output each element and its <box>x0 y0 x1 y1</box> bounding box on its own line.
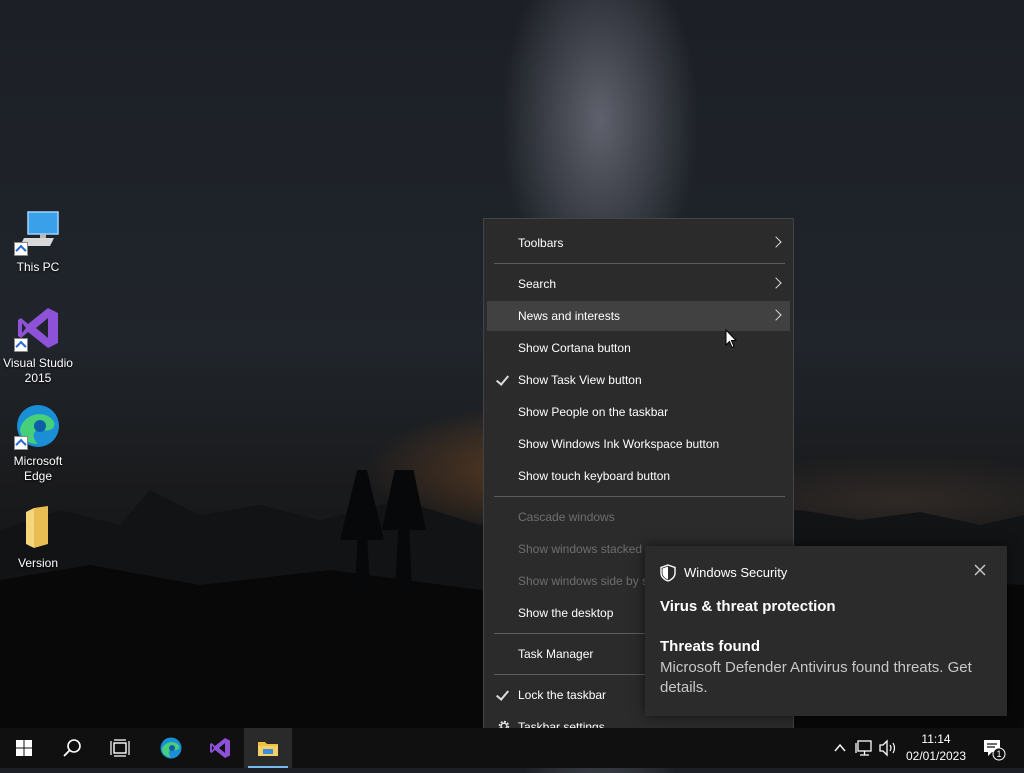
task-view-button[interactable] <box>96 728 144 768</box>
clock-date: 02/01/2023 <box>905 749 967 763</box>
menu-item-label: Show touch keyboard button <box>518 469 671 483</box>
start-button[interactable] <box>0 728 48 768</box>
toast-title: Virus & threat protection <box>660 598 836 615</box>
toast-body: Microsoft Defender Antivirus found threa… <box>660 659 972 696</box>
menu-item-label: Show the desktop <box>518 606 614 620</box>
taskbar-clock[interactable]: 11:14 02/01/2023 <box>900 731 972 765</box>
checkmark-icon <box>495 687 510 701</box>
chevron-right-icon <box>770 236 782 248</box>
menu-item-toolbars[interactable]: Toolbars <box>487 228 790 258</box>
task-view-icon <box>110 739 130 757</box>
menu-item-label: Show Windows Ink Workspace button <box>518 437 720 451</box>
desktop-icon-this-pc[interactable]: This PC <box>0 208 76 275</box>
chevron-up-icon <box>834 743 846 752</box>
search-button[interactable] <box>48 728 96 768</box>
menu-item-cascade-windows: Cascade windows <box>487 502 790 532</box>
menu-item-label: Lock the taskbar <box>518 688 607 702</box>
menu-item-label: Show Cortana button <box>518 341 631 355</box>
menu-item-news-and-interests[interactable]: News and interests <box>487 301 790 331</box>
menu-item-label: Cascade windows <box>518 510 615 524</box>
show-hidden-icons-button[interactable] <box>830 728 850 768</box>
start-icon <box>16 740 32 756</box>
menu-item-label: Show Task View button <box>518 373 642 387</box>
folder-icon <box>14 504 62 552</box>
speaker-icon <box>879 739 896 757</box>
desktop-icon-visual-studio[interactable]: Visual Studio 2015 <box>0 304 76 386</box>
search-icon <box>63 739 81 757</box>
taskbar-file-explorer-button[interactable] <box>244 728 292 768</box>
mouse-cursor-icon <box>725 329 737 349</box>
chevron-right-icon <box>770 277 782 289</box>
menu-item-show-task-view-button[interactable]: Show Task View button <box>487 365 790 395</box>
clock-time: 11:14 <box>921 732 951 746</box>
menu-item-label: News and interests <box>518 309 621 323</box>
file-explorer-icon <box>258 742 278 756</box>
close-icon[interactable] <box>973 563 987 577</box>
menu-item-label: Task Manager <box>518 647 594 661</box>
desktop-icon-label: Microsoft Edge <box>13 454 63 483</box>
taskbar: 11:14 02/01/2023 1 <box>0 728 1024 768</box>
toast-subtitle: Threats found <box>660 638 760 655</box>
desktop-icon-label: Version <box>17 556 59 570</box>
network-button[interactable] <box>854 728 876 768</box>
desktop-icon-label: Visual Studio 2015 <box>3 356 73 385</box>
visual-studio-icon <box>210 738 230 758</box>
shortcut-arrow-icon <box>14 338 28 352</box>
menu-item-label: Show windows side by side <box>518 574 665 588</box>
menu-item-label: Search <box>518 277 557 291</box>
menu-item-show-touch-keyboard[interactable]: Show touch keyboard button <box>487 461 790 491</box>
menu-item-show-windows-ink[interactable]: Show Windows Ink Workspace button <box>487 429 790 459</box>
menu-item-label: Show People on the taskbar <box>518 405 669 419</box>
menu-separator <box>494 263 785 264</box>
menu-separator <box>494 496 785 497</box>
menu-item-show-cortana-button[interactable]: Show Cortana button <box>487 333 790 363</box>
menu-item-label: Toolbars <box>518 236 564 250</box>
desktop-icon-label: This PC <box>16 260 60 274</box>
menu-item-show-people[interactable]: Show People on the taskbar <box>487 397 790 427</box>
visual-studio-icon <box>14 304 62 352</box>
shortcut-arrow-icon <box>14 242 28 256</box>
edge-icon <box>160 737 182 759</box>
windows-security-toast[interactable]: Windows Security Virus & threat protecti… <box>645 546 1007 716</box>
volume-button[interactable] <box>877 728 899 768</box>
shield-icon <box>660 564 676 582</box>
taskbar-edge-button[interactable] <box>147 728 195 768</box>
shortcut-arrow-icon <box>14 436 28 450</box>
action-center-button[interactable]: 1 <box>980 728 1010 768</box>
computer-icon <box>14 208 62 256</box>
checkmark-icon <box>495 372 510 386</box>
menu-item-search[interactable]: Search <box>487 269 790 299</box>
taskbar-visual-studio-button[interactable] <box>196 728 244 768</box>
desktop-icon-microsoft-edge[interactable]: Microsoft Edge <box>0 402 76 484</box>
toast-app-name: Windows Security <box>684 565 788 580</box>
edge-icon <box>14 402 62 450</box>
notification-count-badge: 1 <box>996 749 1002 759</box>
menu-item-label: Show windows stacked <box>518 542 643 556</box>
chevron-right-icon <box>770 309 782 321</box>
desktop-icon-version-folder[interactable]: Version <box>0 504 76 571</box>
network-icon <box>855 740 872 756</box>
